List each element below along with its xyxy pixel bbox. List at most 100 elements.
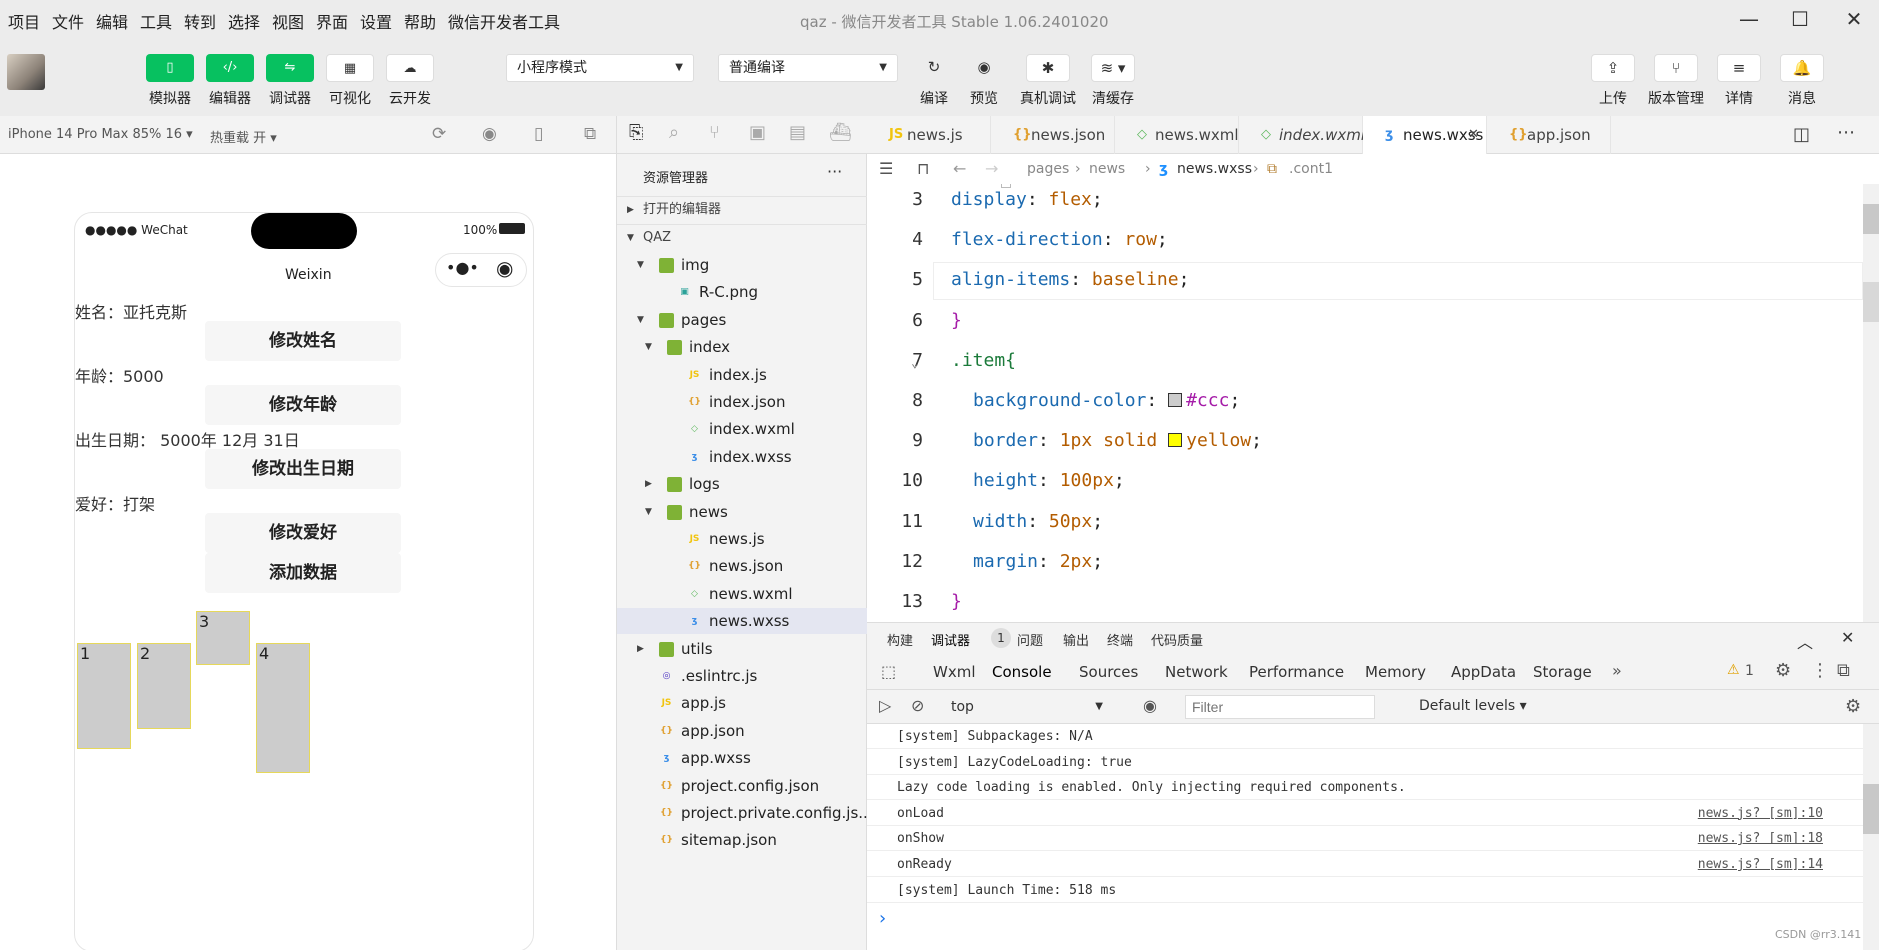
menu-button[interactable]: ≡ xyxy=(1717,54,1761,82)
sidebar-toggle-icon[interactable]: ▷ xyxy=(879,696,891,715)
capsule-menu[interactable]: •●• ◉ xyxy=(435,253,527,287)
breadcrumb-item[interactable]: news xyxy=(1089,154,1125,184)
editor-scrollbar[interactable] xyxy=(1863,184,1879,622)
bookmark-icon[interactable]: ⊓ xyxy=(917,154,929,184)
minimize-button[interactable]: — xyxy=(1735,6,1763,32)
fold-chevron-icon[interactable]: ⌄ xyxy=(911,356,919,371)
tree-item[interactable]: {} project.config.json xyxy=(617,773,867,799)
menu-item[interactable]: 界面 xyxy=(316,9,348,33)
inspect-icon[interactable]: ⬚ xyxy=(881,662,896,681)
color-swatch[interactable] xyxy=(1168,393,1183,407)
layers-button[interactable]: ≋ ▾ xyxy=(1091,54,1135,82)
avatar[interactable] xyxy=(7,54,45,90)
more-actions-icon[interactable]: ⋯ xyxy=(1837,122,1855,143)
devtools-head-tab[interactable]: 调试器 xyxy=(931,630,970,649)
back-icon[interactable]: ← xyxy=(953,154,966,184)
tool-phone-button[interactable]: ▯ xyxy=(146,54,194,82)
clear-console-icon[interactable]: ⊘ xyxy=(911,696,924,715)
mode-select[interactable]: 小程序模式 ▼ xyxy=(506,54,694,82)
levels-select[interactable]: Default levels ▾ xyxy=(1419,698,1527,714)
menu-item[interactable]: 选择 xyxy=(228,9,260,33)
menu-item[interactable]: 视图 xyxy=(272,9,304,33)
close-tab-icon[interactable]: ✕ xyxy=(1468,116,1479,154)
tree-item[interactable]: {} index.json xyxy=(617,389,867,415)
console-output[interactable]: [system] Subpackages: N/A [system] LazyCo… xyxy=(867,724,1863,950)
editor-tab[interactable]: JS news.js xyxy=(867,116,991,154)
docker-icon[interactable]: ⛴ xyxy=(829,122,852,143)
tree-item[interactable]: JS index.js xyxy=(617,362,867,388)
source-link[interactable]: news.js? [sm]:14 xyxy=(1698,852,1823,877)
tool-layout-button[interactable]: ▦ xyxy=(326,54,374,82)
close-capsule-icon[interactable]: ◉ xyxy=(496,256,513,280)
source-link[interactable]: news.js? [sm]:18 xyxy=(1698,826,1823,851)
tree-item[interactable]: ▶ logs xyxy=(617,471,867,497)
tree-item[interactable]: JS app.js xyxy=(617,690,867,716)
tool-debug-button[interactable]: ⇋ xyxy=(266,54,314,82)
console-filter-input[interactable] xyxy=(1185,695,1375,719)
source-link[interactable]: news.js? [sm]:10 xyxy=(1698,801,1823,826)
console-scrollbar[interactable] xyxy=(1863,724,1879,950)
devtools-head-tab[interactable]: 问题 xyxy=(1017,630,1043,649)
editor-tab[interactable]: ◇ index.wxml xyxy=(1239,116,1365,154)
device-select[interactable]: iPhone 14 Pro Max 85% 16 ▾ xyxy=(8,127,193,142)
devtools-tab[interactable]: Memory xyxy=(1365,663,1426,681)
tree-item[interactable]: ▼ news xyxy=(617,499,867,525)
gear-icon[interactable]: ⚙ xyxy=(1775,660,1791,681)
tree-item[interactable]: JS news.js xyxy=(617,526,867,552)
action-button[interactable]: 修改爱好 xyxy=(205,513,401,553)
more-actions-icon[interactable]: ··· xyxy=(827,162,842,181)
tree-item[interactable]: {} project.private.config.js... xyxy=(617,800,873,826)
menu-item[interactable]: 转到 xyxy=(184,9,216,33)
maximize-button[interactable]: ☐ xyxy=(1786,6,1814,32)
editor-tab[interactable]: ◇ news.wxml xyxy=(1115,116,1239,154)
tool-cloud-button[interactable]: ☁ xyxy=(386,54,434,82)
devtools-tab[interactable]: Storage xyxy=(1533,663,1592,681)
menu-item[interactable]: 微信开发者工具 xyxy=(448,9,560,33)
open-editors-section[interactable]: ▶ 打开的编辑器 xyxy=(617,196,867,222)
breadcrumb-item[interactable]: news.wxss xyxy=(1177,154,1252,184)
bug-button[interactable]: ✱ xyxy=(1026,54,1070,82)
kebab-icon[interactable]: ⋮ xyxy=(1811,660,1829,681)
tree-item[interactable]: ◎ .eslintrc.js xyxy=(617,663,867,689)
menu-item[interactable]: 设置 xyxy=(360,9,392,33)
upload-button[interactable]: ⇪ xyxy=(1591,54,1635,82)
compile-select[interactable]: 普通编译 ▼ xyxy=(718,54,898,82)
tree-item[interactable]: ▼ img xyxy=(617,252,867,278)
editor-tab[interactable]: {} app.json xyxy=(1487,116,1611,154)
devtools-tab[interactable]: Network xyxy=(1165,663,1228,681)
stop-icon[interactable]: ◉ xyxy=(482,124,497,144)
action-button[interactable]: 修改出生日期 xyxy=(205,449,401,489)
menu-item[interactable]: 编辑 xyxy=(96,9,128,33)
devtools-head-tab[interactable]: 构建 xyxy=(887,630,913,649)
branch-button[interactable]: ⑂ xyxy=(1654,54,1698,82)
rotate-icon[interactable]: ⟳ xyxy=(432,124,446,144)
tree-item[interactable]: ◇ index.wxml xyxy=(617,416,867,442)
devtools-head-tab[interactable]: 代码质量 xyxy=(1151,630,1203,649)
dock-icon[interactable]: ⧉ xyxy=(1837,660,1850,681)
tree-item[interactable]: {} sitemap.json xyxy=(617,827,867,853)
color-swatch[interactable] xyxy=(1168,433,1183,448)
list-icon[interactable]: ☰ xyxy=(879,154,893,184)
devtools-tab[interactable]: Wxml xyxy=(933,663,976,681)
phone-icon[interactable]: ▯ xyxy=(534,124,543,144)
more-tabs-icon[interactable]: » xyxy=(1612,661,1622,680)
devtools-tab[interactable]: Sources xyxy=(1079,663,1138,681)
editor-tab[interactable]: ʒ news.wxss ✕ xyxy=(1363,116,1487,154)
bell-button[interactable]: 🔔 xyxy=(1780,54,1824,82)
eye-button[interactable]: ◉ xyxy=(962,54,1006,82)
menu-item[interactable]: 帮助 xyxy=(404,9,436,33)
tree-item[interactable]: ▣ R-C.png xyxy=(617,279,867,305)
split-editor-icon[interactable]: ◫ xyxy=(1793,124,1810,145)
tree-item[interactable]: ʒ index.wxss xyxy=(617,444,867,470)
tree-item[interactable]: ▼ index xyxy=(617,334,867,360)
more-icon[interactable]: •●• xyxy=(446,258,479,277)
menu-item[interactable]: 项目 xyxy=(8,9,40,33)
source-control-icon[interactable]: ⑂ xyxy=(709,122,720,143)
close-icon[interactable]: ✕ xyxy=(1841,628,1854,647)
tree-item[interactable]: ▶ utils xyxy=(617,636,867,662)
code-editor[interactable]: 3 display: flex; 4 flex-direction: row; 5 ali… xyxy=(867,184,1863,622)
menu-item[interactable]: 文件 xyxy=(52,9,84,33)
collapse-icon[interactable]: ︿ xyxy=(1797,629,1813,653)
tree-item[interactable]: ◇ news.wxml xyxy=(617,581,867,607)
breadcrumb-item[interactable]: .cont1 xyxy=(1289,154,1333,184)
